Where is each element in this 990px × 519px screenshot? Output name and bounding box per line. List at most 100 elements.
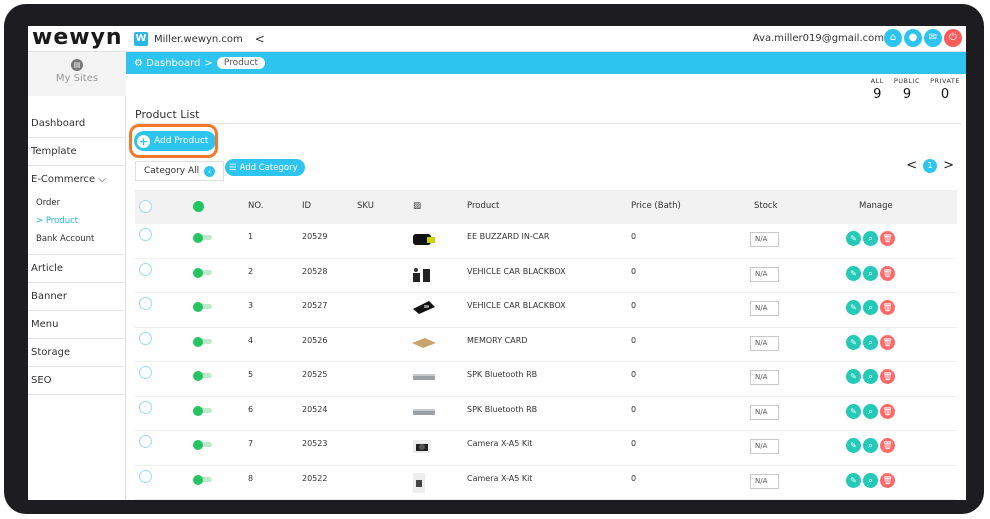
edit-icon[interactable]: ✎ xyxy=(846,438,861,453)
product-thumbnail[interactable] xyxy=(411,437,433,459)
edit-icon[interactable]: ✎ xyxy=(846,472,861,488)
page-next-button[interactable]: > xyxy=(943,158,954,173)
view-icon[interactable]: ⌕ xyxy=(863,265,878,281)
row-product-name[interactable]: VEHICLE CAR BLACKBOX xyxy=(467,267,566,276)
breadcrumb-home-label: Dashboard xyxy=(146,57,201,69)
status-toggle[interactable] xyxy=(193,371,212,381)
sidebar-item-order[interactable]: Order xyxy=(28,194,126,212)
status-toggle[interactable] xyxy=(193,336,212,347)
delete-icon[interactable]: 🗑 xyxy=(880,403,895,419)
status-toggle[interactable] xyxy=(193,267,212,278)
edit-icon[interactable]: ✎ xyxy=(846,369,861,384)
product-thumbnail[interactable] xyxy=(411,265,433,289)
table-row: 7 20523 Camera X-A5 Kit 0 N/A ✎ ⌕ 🗑 xyxy=(135,431,957,466)
collapse-arrow-icon[interactable]: < xyxy=(255,32,265,46)
table-row: 1 20529 EE BUZZARD IN-CAR 0 N/A ✎ ⌕ 🗑 xyxy=(135,224,957,259)
product-thumbnail[interactable] xyxy=(411,334,437,353)
row-no: 4 xyxy=(248,335,254,345)
product-thumbnail[interactable] xyxy=(411,230,437,252)
sidebar-item-banner[interactable]: Banner xyxy=(28,283,126,311)
select-all-checkbox[interactable] xyxy=(139,200,152,213)
row-checkbox[interactable] xyxy=(139,366,152,379)
sidebar-item-storage[interactable]: Storage xyxy=(28,339,126,367)
add-category-button[interactable]: ☰ Add Category xyxy=(225,159,305,176)
row-checkbox[interactable] xyxy=(139,400,152,414)
delete-icon[interactable]: 🗑 xyxy=(880,334,895,350)
sidebar-nav: Dashboard Template E-Commerce ⌵ Order > … xyxy=(28,110,126,395)
view-icon[interactable]: ⌕ xyxy=(863,334,878,350)
view-icon[interactable]: ⌕ xyxy=(863,369,878,384)
stock-input[interactable]: N/A xyxy=(750,439,779,454)
row-checkbox[interactable] xyxy=(139,228,152,241)
sidebar-item-menu[interactable]: Menu xyxy=(28,311,126,339)
page-prev-button[interactable]: < xyxy=(906,158,917,173)
wewyn-logo[interactable]: wewyn xyxy=(32,26,123,50)
stock-input[interactable]: N/A xyxy=(750,335,779,351)
product-thumbnail[interactable] xyxy=(411,368,437,387)
user-icon[interactable]: ● xyxy=(904,29,922,47)
status-toggle[interactable] xyxy=(193,405,212,416)
row-checkbox[interactable] xyxy=(139,331,152,345)
view-icon[interactable]: ⌕ xyxy=(863,231,878,246)
site-selector[interactable]: W Miller.wewyn.com < xyxy=(134,31,265,47)
delete-icon[interactable]: 🗑 xyxy=(880,265,895,281)
sidebar-item-seo[interactable]: SEO xyxy=(28,367,126,395)
row-product-name[interactable]: EE BUZZARD IN-CAR xyxy=(467,232,549,241)
stock-input[interactable]: N/A xyxy=(750,301,779,316)
view-icon[interactable]: ⌕ xyxy=(863,438,878,453)
row-checkbox[interactable] xyxy=(139,469,152,483)
delete-icon[interactable]: 🗑 xyxy=(880,438,895,453)
edit-icon[interactable]: ✎ xyxy=(846,265,861,281)
edit-icon[interactable]: ✎ xyxy=(846,334,861,350)
view-icon[interactable]: ⌕ xyxy=(863,472,878,488)
stock-input[interactable]: N/A xyxy=(750,370,779,385)
sidebar-item-dashboard[interactable]: Dashboard xyxy=(28,110,126,138)
breadcrumb-home[interactable]: ⚙ Dashboard xyxy=(134,58,200,69)
edit-icon[interactable]: ✎ xyxy=(846,300,861,315)
mail-icon[interactable]: ✉ xyxy=(924,29,942,47)
edit-icon[interactable]: ✎ xyxy=(846,403,861,419)
row-product-name[interactable]: MEMORY CARD xyxy=(467,336,527,345)
product-thumbnail[interactable] xyxy=(411,299,437,319)
row-price: 0 xyxy=(631,266,637,276)
page-current[interactable]: 1 xyxy=(923,158,938,173)
my-sites-panel[interactable]: ▤ My Sites xyxy=(28,52,126,96)
sidebar-item-template[interactable]: Template xyxy=(28,138,126,166)
stock-input[interactable]: N/A xyxy=(750,232,779,247)
product-thumbnail[interactable] xyxy=(411,472,427,498)
row-product-name[interactable]: Camera X-A5 Kit xyxy=(467,474,532,483)
ecommerce-submenu: Order > Product Bank Account xyxy=(28,194,126,255)
sidebar-item-bank-account[interactable]: Bank Account xyxy=(28,230,126,248)
row-product-name[interactable]: Camera X-A5 Kit xyxy=(467,439,532,448)
sidebar-item-product[interactable]: > Product xyxy=(28,212,126,230)
header-product: Product xyxy=(467,201,500,211)
edit-icon[interactable]: ✎ xyxy=(846,231,861,246)
status-toggle[interactable] xyxy=(193,302,212,312)
product-thumbnail[interactable] xyxy=(411,403,437,422)
row-product-name[interactable]: SPK Bluetooth RB xyxy=(467,370,537,379)
view-icon[interactable]: ⌕ xyxy=(863,300,878,315)
stock-input[interactable]: N/A xyxy=(750,473,779,489)
power-icon[interactable]: ⏻ xyxy=(944,29,962,47)
stock-input[interactable]: N/A xyxy=(750,266,779,282)
status-toggle[interactable] xyxy=(193,440,212,450)
row-checkbox[interactable] xyxy=(139,297,152,310)
category-select[interactable]: Category All ‹ xyxy=(135,161,225,181)
sidebar-item-ecommerce[interactable]: E-Commerce ⌵ xyxy=(28,166,126,194)
delete-icon[interactable]: 🗑 xyxy=(880,231,895,246)
home-icon[interactable]: ⌂ xyxy=(884,29,902,47)
row-product-name[interactable]: SPK Bluetooth RB xyxy=(467,405,537,414)
add-category-label: Add Category xyxy=(239,162,298,173)
delete-icon[interactable]: 🗑 xyxy=(880,472,895,488)
delete-icon[interactable]: 🗑 xyxy=(880,300,895,315)
stock-input[interactable]: N/A xyxy=(750,404,779,420)
row-product-name[interactable]: VEHICLE CAR BLACKBOX xyxy=(467,301,566,310)
sidebar-item-article[interactable]: Article xyxy=(28,255,126,283)
toggle-knob xyxy=(193,405,203,416)
status-toggle[interactable] xyxy=(193,474,212,485)
row-checkbox[interactable] xyxy=(139,262,152,276)
status-toggle[interactable] xyxy=(193,233,212,243)
delete-icon[interactable]: 🗑 xyxy=(880,369,895,384)
view-icon[interactable]: ⌕ xyxy=(863,403,878,419)
row-checkbox[interactable] xyxy=(139,435,152,448)
